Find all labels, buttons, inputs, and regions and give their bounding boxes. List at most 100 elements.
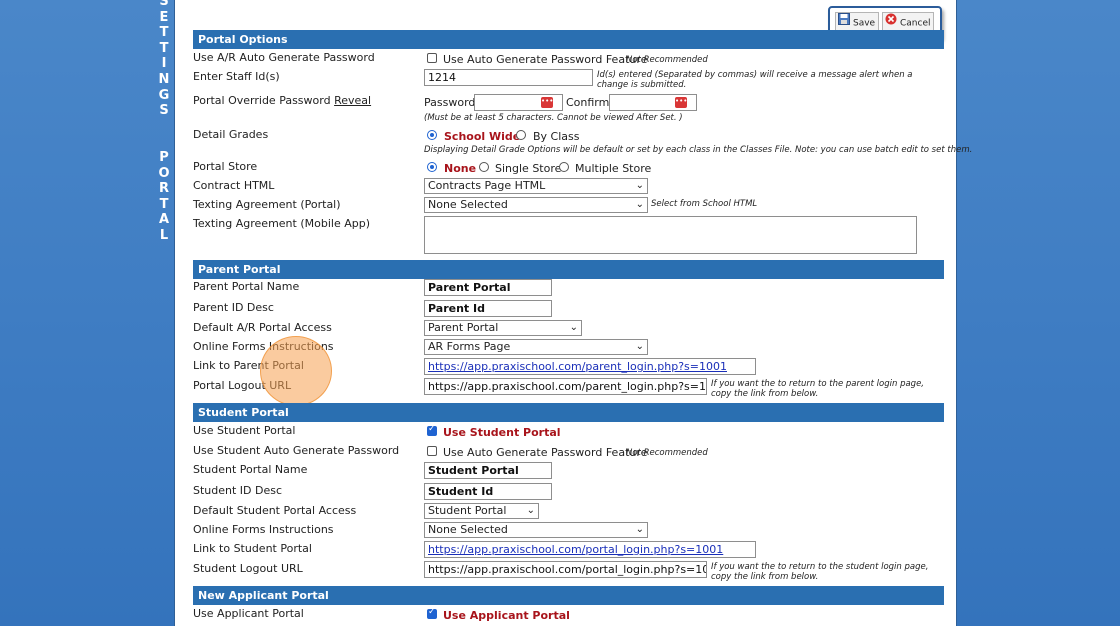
chevron-down-icon: ⌄ [635, 180, 644, 191]
texting-mobile-label: Texting Agreement (Mobile App) [193, 217, 370, 230]
cancel-label: Cancel [900, 18, 931, 29]
staff-ids-label: Enter Staff Id(s) [193, 70, 280, 83]
contract-html-value: Contracts Page HTML [428, 179, 546, 192]
texting-portal-select[interactable]: None Selected ⌄ [424, 197, 648, 213]
student-id-desc-label: Student ID Desc [193, 484, 283, 497]
vertical-letter: T [159, 40, 169, 56]
student-portal-header: Student Portal [193, 403, 944, 422]
student-id-desc-input[interactable]: Student Id [424, 483, 552, 500]
student-logout-note-2: copy the link from below. [711, 572, 819, 582]
default-ar-access-value: Parent Portal [428, 321, 499, 334]
vertical-letter: S [159, 0, 169, 9]
student-link-label: Link to Student Portal [193, 542, 312, 555]
use-applicant-portal-checkbox-label: Use Applicant Portal [443, 609, 570, 622]
staff-ids-note-2: change is submitted. [597, 80, 687, 90]
texting-portal-value: None Selected [428, 198, 508, 211]
detail-by-class-label: By Class [533, 130, 580, 143]
parent-logout-input[interactable]: https://app.praxischool.com/parent_login… [424, 378, 707, 395]
student-portal-name-label: Student Portal Name [193, 463, 308, 476]
default-student-access-select[interactable]: Student Portal ⌄ [424, 503, 539, 519]
ar-auto-password-checkbox-label: Use Auto Generate Password Feature [443, 53, 648, 66]
store-none-label: None [444, 162, 477, 175]
portal-store-label: Portal Store [193, 160, 258, 173]
vertical-letter [158, 134, 170, 150]
student-logout-note-1: If you want the to return to the student… [711, 562, 929, 572]
contract-html-label: Contract HTML [193, 179, 275, 192]
parent-id-desc-input[interactable]: Parent Id [424, 300, 552, 317]
student-link-input[interactable]: https://app.praxischool.com/portal_login… [424, 541, 756, 558]
parent-portal-header: Parent Portal [193, 260, 944, 279]
save-label: Save [853, 18, 876, 29]
contract-html-select[interactable]: Contracts Page HTML ⌄ [424, 178, 648, 194]
student-forms-select[interactable]: None Selected ⌄ [424, 522, 648, 538]
use-student-portal-checkbox[interactable] [427, 424, 437, 436]
save-button[interactable]: Save [835, 12, 879, 32]
chevron-down-icon: ⌄ [635, 341, 644, 352]
vertical-letter: A [158, 212, 170, 228]
default-student-access-value: Student Portal [428, 504, 507, 517]
student-auto-pw-checkbox[interactable] [427, 446, 437, 456]
default-ar-access-select[interactable]: Parent Portal ⌄ [424, 320, 582, 336]
ar-auto-password-checkbox[interactable] [427, 53, 437, 63]
chevron-down-icon: ⌄ [526, 505, 535, 516]
staff-ids-note-1: Id(s) entered (Separated by commas) will… [597, 70, 913, 80]
cancel-button[interactable]: Cancel [882, 12, 934, 32]
chevron-down-icon: ⌄ [635, 199, 644, 210]
detail-by-class-radio[interactable] [516, 130, 526, 140]
student-logout-input[interactable]: https://app.praxischool.com/portal_login… [424, 561, 707, 578]
vertical-letter: T [159, 196, 169, 212]
vertical-letter: P [159, 149, 169, 165]
parent-forms-select[interactable]: AR Forms Page ⌄ [424, 339, 648, 355]
texting-mobile-textarea[interactable] [424, 216, 917, 254]
texting-portal-note: Select from School HTML [651, 199, 758, 209]
parent-forms-value: AR Forms Page [428, 340, 511, 353]
use-applicant-portal-label: Use Applicant Portal [193, 607, 304, 620]
staff-ids-input[interactable]: 1214 [424, 69, 593, 86]
override-password-label: Portal Override Password Reveal [193, 94, 371, 107]
detail-school-wide-radio[interactable] [427, 130, 437, 140]
sidebar-vertical-title: SETTINGSPORTAL [158, 0, 170, 244]
texting-portal-label: Texting Agreement (Portal) [193, 198, 341, 211]
use-student-portal-label: Use Student Portal [193, 424, 296, 437]
student-auto-pw-checkbox-label: Use Auto Generate Password Feature [443, 446, 648, 459]
detail-grades-note: Displaying Detail Grade Options will be … [424, 145, 973, 155]
parent-id-desc-label: Parent ID Desc [193, 301, 274, 314]
confirm-generate-icon[interactable]: ••• [675, 97, 687, 108]
parent-portal-name-label: Parent Portal Name [193, 280, 300, 293]
vertical-letter: L [159, 227, 169, 243]
store-single-radio[interactable] [479, 162, 489, 172]
password-note: (Must be at least 5 characters. Cannot b… [424, 113, 683, 123]
parent-portal-name-input[interactable]: Parent Portal [424, 279, 552, 296]
reveal-link[interactable]: Reveal [334, 94, 371, 107]
store-multiple-radio[interactable] [559, 162, 569, 172]
store-single-label: Single Store [495, 162, 562, 175]
use-student-portal-checkbox-label: Use Student Portal [443, 426, 561, 439]
chevron-down-icon: ⌄ [635, 524, 644, 535]
ar-auto-password-label: Use A/R Auto Generate Password [193, 51, 375, 64]
parent-link-input[interactable]: https://app.praxischool.com/parent_login… [424, 358, 756, 375]
password-generate-icon[interactable]: ••• [541, 97, 553, 108]
use-applicant-portal-checkbox[interactable] [427, 607, 437, 619]
click-highlight-marker [260, 336, 332, 406]
confirm-label: Confirm: [566, 96, 614, 109]
detail-grades-label: Detail Grades [193, 128, 269, 141]
detail-school-wide-label: School Wide [444, 130, 521, 143]
store-multiple-label: Multiple Store [575, 162, 652, 175]
parent-logout-note-1: If you want the to return to the parent … [711, 379, 924, 389]
vertical-letter: R [158, 181, 169, 197]
vertical-letter: I [161, 56, 167, 72]
student-forms-label: Online Forms Instructions [193, 523, 334, 536]
default-student-access-label: Default Student Portal Access [193, 504, 357, 517]
student-auto-pw-note: Not Recommended [626, 448, 708, 458]
vertical-letter: E [159, 9, 169, 25]
vertical-letter: G [158, 87, 170, 103]
chevron-down-icon: ⌄ [569, 322, 578, 333]
parent-logout-note-2: copy the link from below. [711, 389, 819, 399]
student-portal-name-input[interactable]: Student Portal [424, 462, 552, 479]
vertical-letter: N [158, 71, 170, 87]
vertical-letter: S [159, 103, 169, 119]
vertical-letter [158, 119, 170, 135]
student-forms-value: None Selected [428, 523, 508, 536]
store-none-radio[interactable] [427, 162, 437, 172]
default-ar-access-label: Default A/R Portal Access [193, 321, 332, 334]
